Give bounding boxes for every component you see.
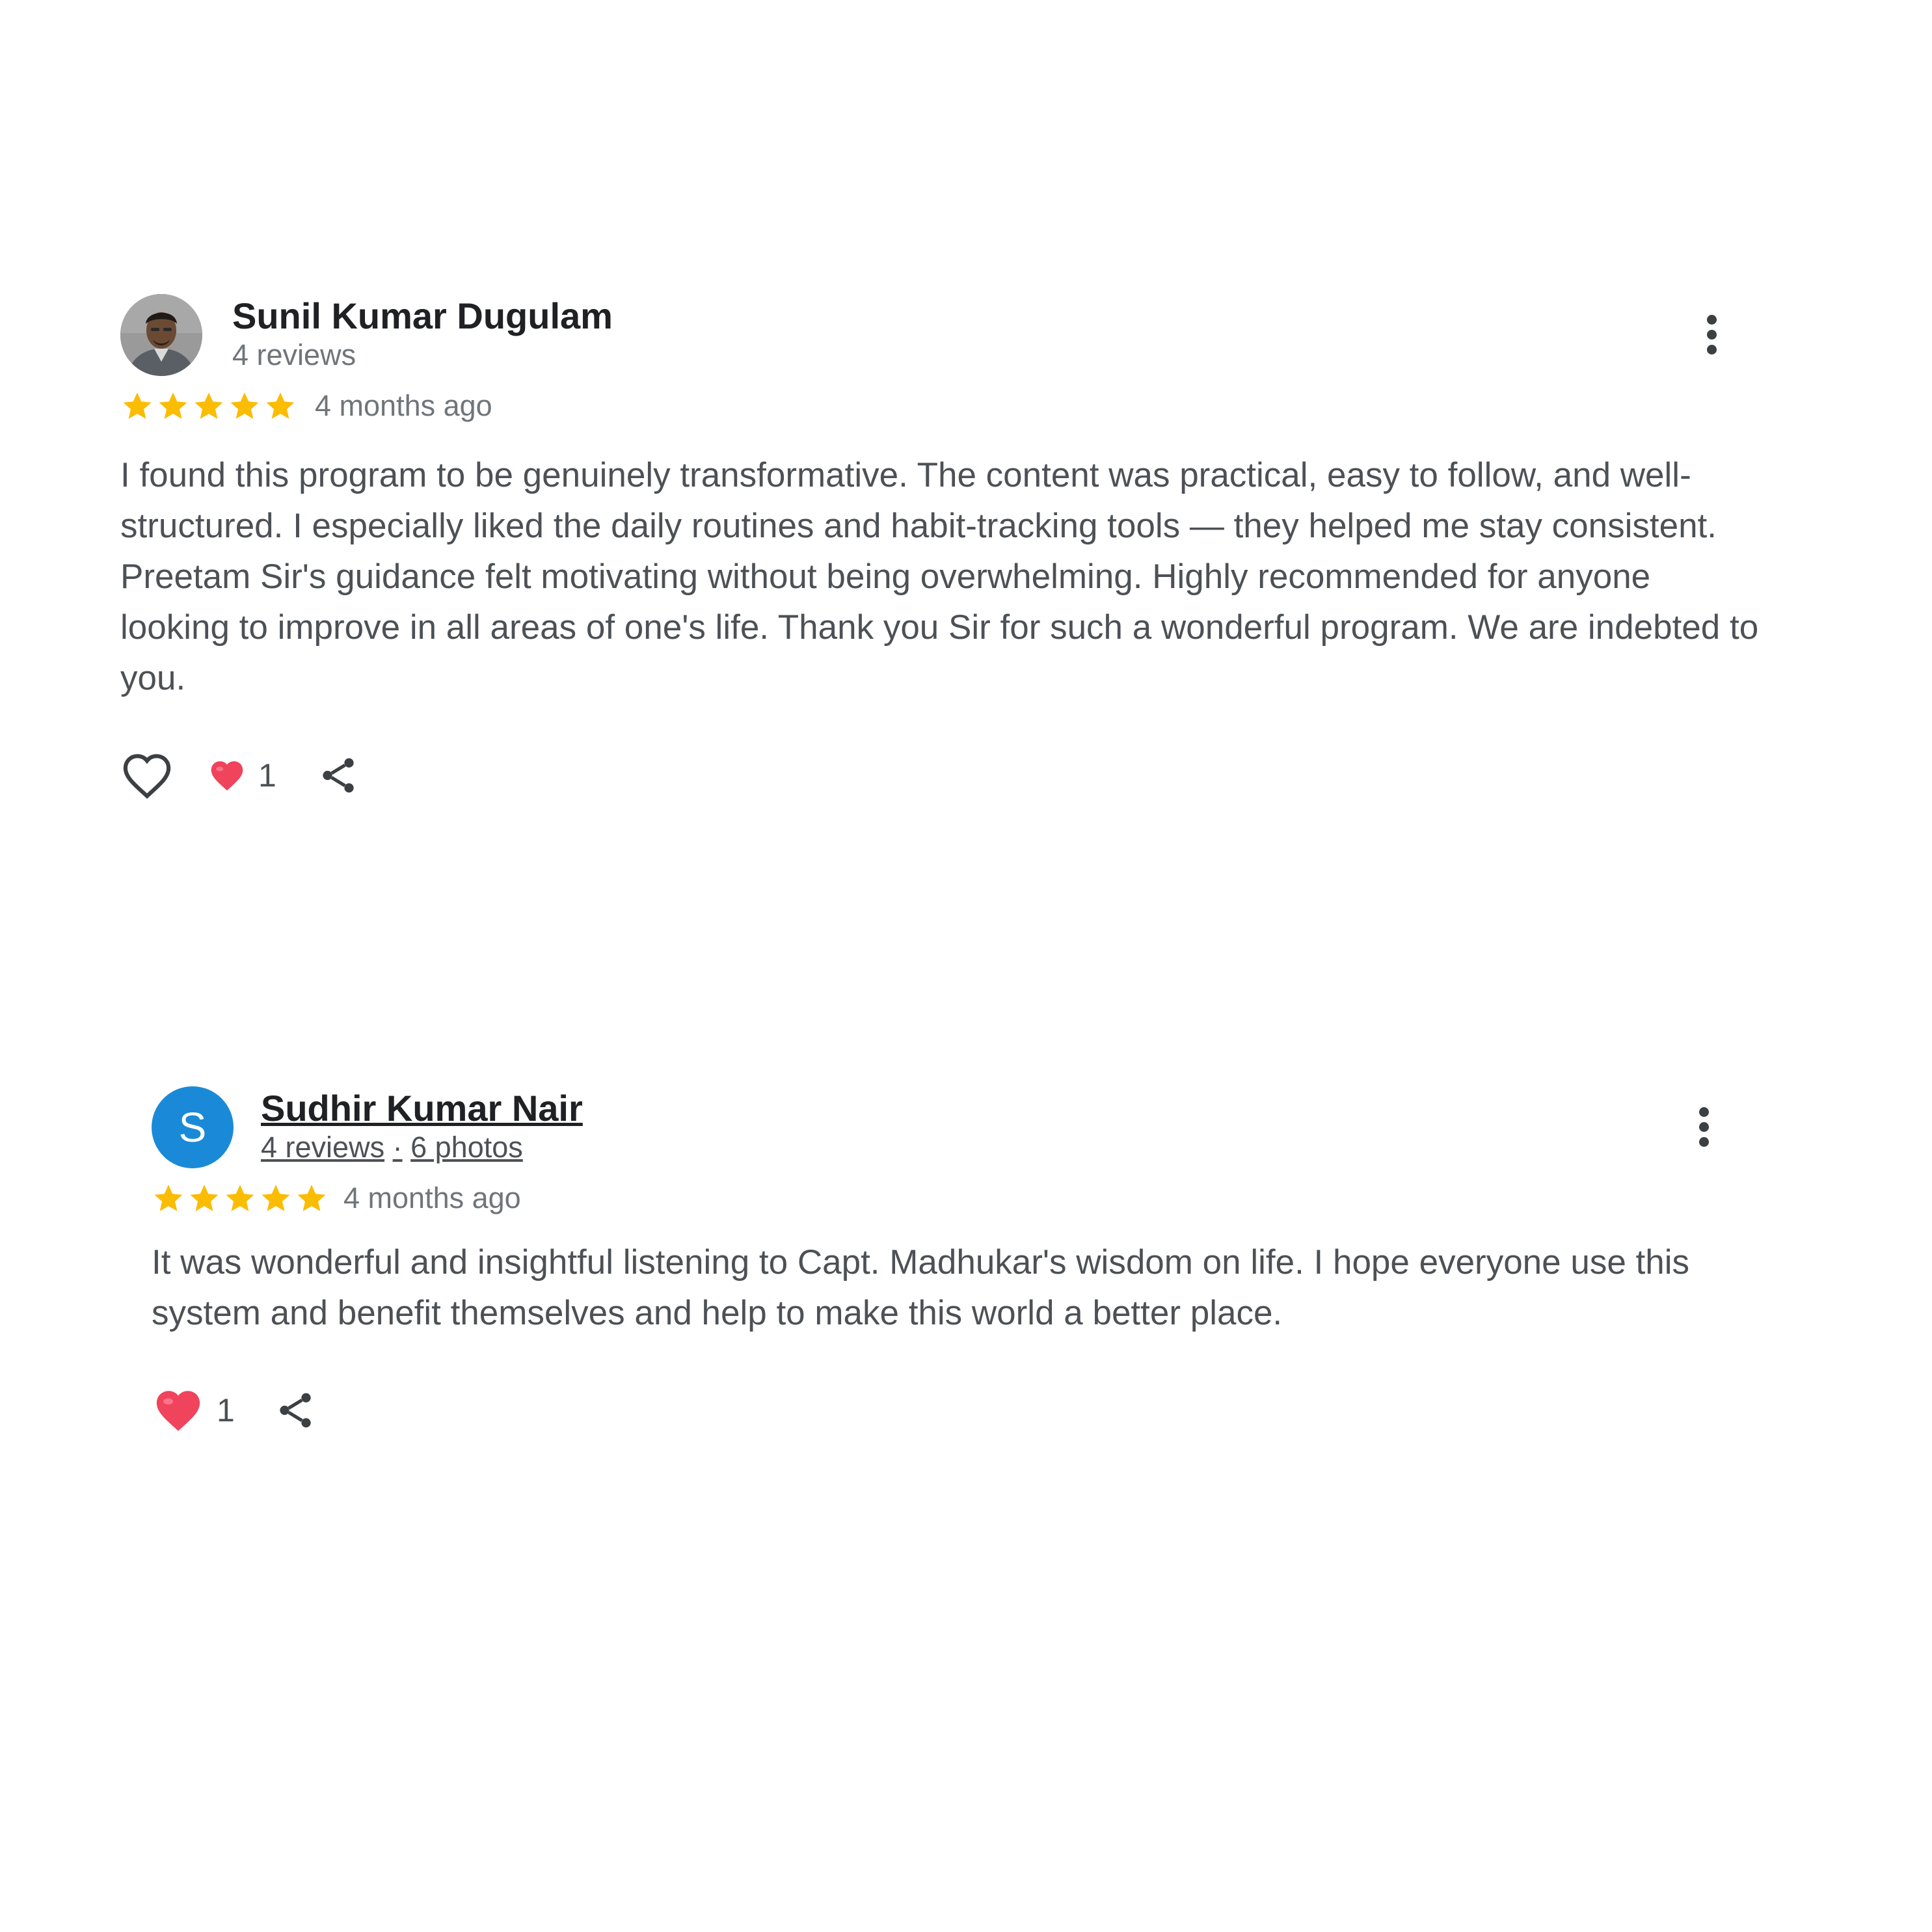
more-vert-icon — [1698, 315, 1724, 355]
author-name[interactable]: Sunil Kumar Dugulam — [232, 295, 613, 337]
star-icon — [226, 1185, 254, 1211]
review-time: 4 months ago — [315, 389, 492, 422]
reviews-count-link[interactable]: 4 reviews — [261, 1131, 384, 1164]
share-icon — [323, 758, 354, 793]
photos-count-link[interactable]: 6 photos — [410, 1131, 523, 1164]
star-icon — [159, 392, 187, 419]
review-text: I found this program to be genuinely tra… — [120, 456, 1759, 697]
star-icon — [190, 1185, 219, 1211]
star-icon — [297, 1185, 326, 1211]
reaction-button[interactable]: 1 — [208, 757, 276, 794]
meta-separator: · — [392, 1131, 403, 1164]
author-meta: 4 reviews · 6 photos — [261, 1129, 583, 1166]
more-vert-icon — [1691, 1107, 1717, 1147]
star-icon — [266, 392, 295, 419]
review-header: S Sudhir Kumar Nair 4 reviews · 6 photos — [152, 1085, 1726, 1170]
reaction-button[interactable]: 1 — [152, 1386, 235, 1435]
star-icon — [262, 1185, 290, 1211]
review-time: 4 months ago — [343, 1181, 521, 1214]
author-block: Sunil Kumar Dugulam 4 reviews — [232, 295, 613, 373]
share-button[interactable] — [317, 753, 360, 798]
avatar[interactable]: S — [152, 1086, 234, 1168]
review-card: S Sudhir Kumar Nair 4 reviews · 6 photos… — [152, 1085, 1726, 1435]
star-icon — [195, 392, 223, 419]
heart-filled-icon — [156, 1391, 200, 1431]
share-button[interactable] — [274, 1388, 317, 1433]
author-review-count: 4 reviews — [232, 338, 356, 371]
rating-row: 4 months ago — [120, 386, 1760, 425]
share-icon — [280, 1393, 311, 1428]
reaction-count: 1 — [258, 757, 276, 794]
review-actions: 1 — [120, 751, 1760, 800]
star-icon — [154, 1185, 183, 1211]
heart-filled-icon — [211, 761, 243, 791]
review-actions: 1 — [152, 1386, 1726, 1435]
author-name[interactable]: Sudhir Kumar Nair — [261, 1088, 583, 1129]
reaction-count: 1 — [217, 1392, 235, 1429]
review-text: It was wonderful and insightful listenin… — [152, 1243, 1690, 1332]
like-button[interactable] — [120, 751, 174, 800]
avatar[interactable] — [120, 294, 202, 376]
star-rating — [152, 1181, 330, 1215]
review-header: Sunil Kumar Dugulam 4 reviews — [120, 293, 1760, 377]
more-options-button[interactable] — [1698, 311, 1724, 363]
star-rating — [120, 389, 299, 423]
heart-outline-icon — [123, 754, 171, 799]
rating-row: 4 months ago — [152, 1179, 1726, 1218]
star-icon — [230, 392, 259, 419]
review-card: Sunil Kumar Dugulam 4 reviews 4 months a… — [120, 293, 1760, 800]
more-options-button[interactable] — [1691, 1103, 1717, 1155]
author-block: Sudhir Kumar Nair 4 reviews · 6 photos — [261, 1088, 583, 1166]
star-icon — [123, 392, 152, 419]
